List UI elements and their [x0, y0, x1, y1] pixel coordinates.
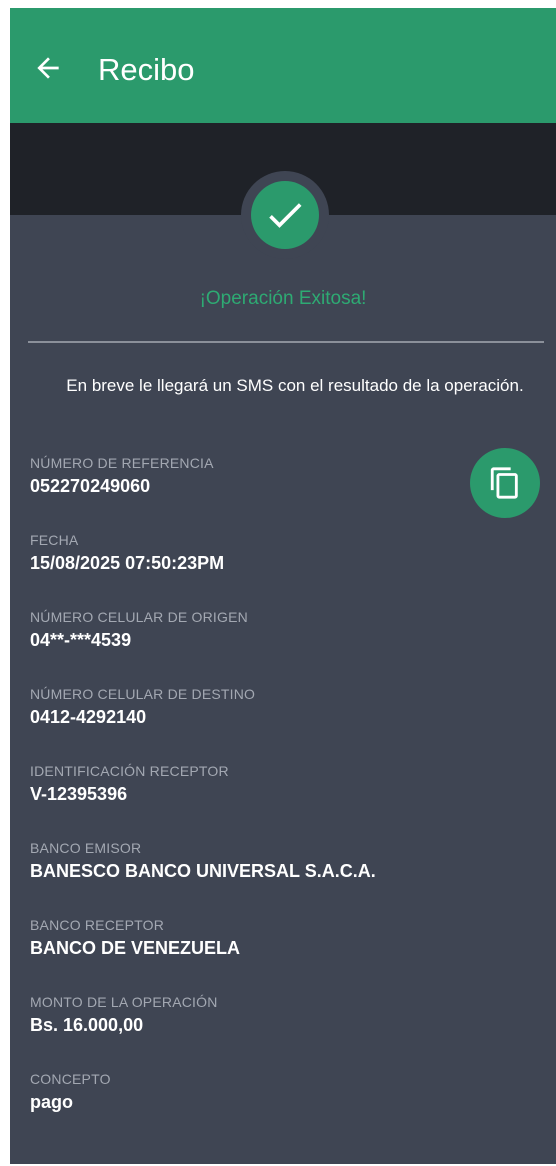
copy-reference-button[interactable]	[470, 448, 540, 518]
field-concept: CONCEPTO pago	[30, 1071, 470, 1148]
field-destination-phone: NÚMERO CELULAR DE DESTINO 0412-4292140	[30, 686, 470, 763]
receipt-screen: Recibo ¡Operación Exitosa! En breve le l…	[10, 8, 556, 1164]
field-value: BANCO DE VENEZUELA	[30, 938, 241, 958]
receipt-fields: NÚMERO DE REFERENCIA 052270249060 FECHA …	[30, 455, 470, 1148]
field-label: FECHA	[30, 532, 79, 548]
field-amount: MONTO DE LA OPERACIÓN Bs. 16.000,00	[30, 994, 470, 1071]
screenshot-frame: Recibo ¡Operación Exitosa! En breve le l…	[0, 0, 556, 1166]
field-label: CONCEPTO	[30, 1071, 111, 1087]
field-label: NÚMERO CELULAR DE ORIGEN	[30, 609, 248, 625]
field-origin-phone: NÚMERO CELULAR DE ORIGEN 04**-***4539	[30, 609, 470, 686]
page-title: Recibo	[98, 52, 195, 87]
field-label: MONTO DE LA OPERACIÓN	[30, 994, 218, 1010]
app-bar: Recibo	[10, 8, 556, 123]
success-title: ¡Operación Exitosa!	[199, 288, 367, 309]
sms-message: En breve le llegará un SMS con el result…	[66, 376, 524, 395]
field-value: 0412-4292140	[30, 707, 147, 727]
field-value: 15/08/2025 07:50:23PM	[30, 553, 225, 573]
field-value: BANESCO BANCO UNIVERSAL S.A.C.A.	[30, 861, 376, 881]
field-label: NÚMERO DE REFERENCIA	[30, 455, 214, 471]
field-value: 052270249060	[30, 476, 151, 496]
field-value: V-12395396	[30, 784, 128, 804]
field-label: IDENTIFICACIÓN RECEPTOR	[30, 763, 229, 779]
field-receiver-id: IDENTIFICACIÓN RECEPTOR V-12395396	[30, 763, 470, 840]
field-label: BANCO EMISOR	[30, 840, 142, 856]
status-icon-badge	[251, 181, 319, 249]
divider	[28, 341, 544, 343]
field-reference-number: NÚMERO DE REFERENCIA 052270249060	[30, 455, 470, 532]
field-label: BANCO RECEPTOR	[30, 917, 165, 933]
field-label: NÚMERO CELULAR DE DESTINO	[30, 686, 256, 702]
field-value: Bs. 16.000,00	[30, 1015, 144, 1035]
arrow-left-icon	[37, 57, 59, 79]
check-icon	[269, 203, 302, 228]
field-issuing-bank: BANCO EMISOR BANESCO BANCO UNIVERSAL S.A…	[30, 840, 470, 917]
field-value: pago	[30, 1092, 73, 1112]
field-value: 04**-***4539	[30, 630, 132, 650]
field-receiving-bank: BANCO RECEPTOR BANCO DE VENEZUELA	[30, 917, 470, 994]
field-date: FECHA 15/08/2025 07:50:23PM	[30, 532, 470, 609]
copy-icon	[490, 467, 518, 499]
back-button[interactable]	[32, 52, 64, 84]
